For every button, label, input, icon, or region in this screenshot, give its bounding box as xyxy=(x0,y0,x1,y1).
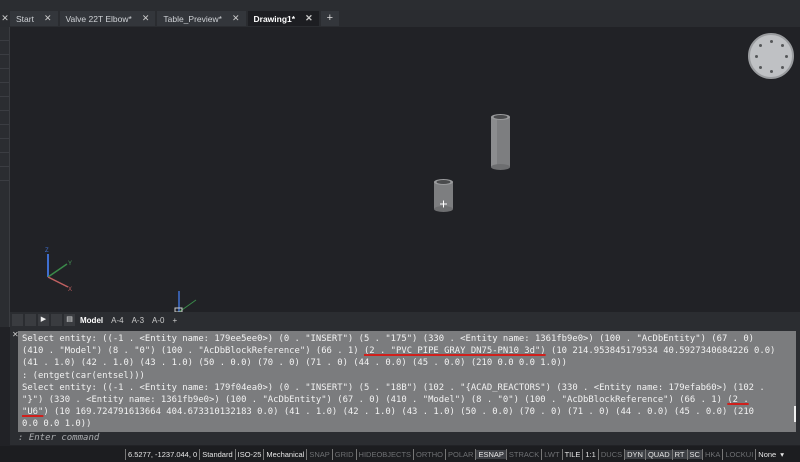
status-toggle-strack[interactable]: STRACK xyxy=(507,450,541,459)
document-tabs: ✕ Start ✕ Valve 22T Elbow* ✕ Table_Preview* ✕… xyxy=(0,10,800,27)
history-text: (10 214.953845179534 40.5927340684226 0.… xyxy=(545,346,776,357)
history-line: "U6") (10 169.724791613664 404.673310132… xyxy=(22,406,792,418)
axis-x-label: X xyxy=(68,287,72,293)
drawing-viewport[interactable]: Z Y X xyxy=(11,27,800,312)
status-toggle-mechanical[interactable]: Mechanical xyxy=(264,450,306,459)
status-toggle-rt[interactable]: RT xyxy=(672,449,687,459)
history-line: : (entget(car(entsel))) xyxy=(22,370,792,382)
history-text: Select entity: ((-1 . <Entity name: 179f… xyxy=(22,382,765,393)
status-toggle-sc[interactable]: SC xyxy=(687,449,702,459)
title-bar xyxy=(0,0,800,10)
tab-close-icon[interactable]: ✕ xyxy=(44,13,52,24)
close-panel-icon[interactable]: ✕ xyxy=(0,13,10,24)
model-space-canvas: Z Y X xyxy=(45,114,510,312)
history-line: 0.0 0.0 1.0)) xyxy=(22,418,792,430)
highlighted-text: (2 . "PVC PIPE GRAY DN75-PN10 3d") xyxy=(363,346,546,357)
tall-pipe-cylinder[interactable] xyxy=(491,114,510,170)
history-line: (410 . "Model") (8 . "0") (100 . "AcDbBl… xyxy=(22,345,792,357)
status-toggle-lockui[interactable]: LOCKUI xyxy=(723,450,755,459)
history-text: : (entget(car(entsel))) xyxy=(22,370,145,381)
new-tab-button[interactable]: + xyxy=(320,11,340,26)
tab-valve-22t-elbow-[interactable]: Valve 22T Elbow* ✕ xyxy=(59,11,156,26)
status-toggle-esnap[interactable]: ESNAP xyxy=(476,449,506,459)
next-layout-button[interactable]: ▶ xyxy=(38,314,49,326)
status-toggle-snap[interactable]: SNAP xyxy=(307,450,331,459)
status-toggle-iso25[interactable]: ISO-25 xyxy=(236,450,264,459)
layout-tab-model[interactable]: Model xyxy=(77,316,106,325)
status-toggle-hka[interactable]: HKA xyxy=(703,450,722,459)
tab-close-icon[interactable]: ✕ xyxy=(142,13,150,24)
last-layout-button[interactable] xyxy=(51,314,62,326)
history-text: ) (10 169.724791613664 404.673310132183 … xyxy=(43,407,755,418)
tab-close-icon[interactable]: ✕ xyxy=(305,13,313,24)
history-text: Select entity: ((-1 . <Entity name: 179e… xyxy=(22,334,755,344)
status-menu-chevron-down-icon[interactable]: ▾ xyxy=(778,450,786,459)
layout-tabs-bar: ▶ ▤ Model A-4 A-3 A-0 + xyxy=(10,312,800,328)
axis-z-label: Z xyxy=(45,248,49,254)
previous-layout-button[interactable] xyxy=(25,314,36,326)
status-toggle-11[interactable]: 1:1 xyxy=(583,450,597,459)
status-bar: 6.5277, -1237.044, 0 Standard ISO-25 Mecha… xyxy=(0,446,800,462)
status-toggle-dyn[interactable]: DYN xyxy=(625,449,645,459)
status-toggle-ortho[interactable]: ORTHO xyxy=(414,450,445,459)
status-toggle-grid[interactable]: GRID xyxy=(333,450,356,459)
status-toggle-tile[interactable]: TILE xyxy=(563,450,583,459)
highlighted-text: "U6" xyxy=(22,407,44,418)
ucs-axes-icon: Z Y X xyxy=(45,248,72,293)
tab-close-icon[interactable]: ✕ xyxy=(232,13,240,24)
tab-label: Valve 22T Elbow* xyxy=(65,13,132,24)
history-text: 0.0 0.0 1.0)) xyxy=(22,419,92,430)
history-line: Select entity: ((-1 . <Entity name: 179e… xyxy=(22,333,792,345)
history-line: (41 . 1.0) (42 . 1.0) (43 . 1.0) (50 . 0… xyxy=(22,357,792,369)
short-pipe-cylinder[interactable] xyxy=(434,179,453,212)
history-line: "}") (330 . <Entity name: 1361fb9e0>) (1… xyxy=(22,394,792,406)
status-toggle-quad[interactable]: QUAD xyxy=(645,449,672,459)
status-toggle-ducs[interactable]: DUCS xyxy=(599,450,624,459)
tab-start[interactable]: Start ✕ xyxy=(10,11,58,26)
highlighted-text: (2 . xyxy=(727,395,749,406)
command-history-scrollbar[interactable] xyxy=(794,406,796,422)
layout-menu-icon[interactable]: ▤ xyxy=(64,314,75,326)
tab-drawing1-[interactable]: Drawing1* ✕ xyxy=(247,11,319,26)
history-text: "}") (330 . <Entity name: 1361fb9e0>) (1… xyxy=(22,395,728,406)
left-palette-strip[interactable] xyxy=(0,27,10,327)
tab-label: Drawing1* xyxy=(253,13,296,24)
history-text: (410 . "Model") (8 . "0") (100 . "AcDbBl… xyxy=(22,346,364,357)
command-window: ✕ Select entity: ((-1 . <Entity name: 17… xyxy=(10,328,800,432)
history-text: (41 . 1.0) (42 . 1.0) (43 . 1.0) (50 . 0… xyxy=(22,358,568,369)
status-toggle-lwt[interactable]: LWT xyxy=(542,450,561,459)
command-history: Select entity: ((-1 . <Entity name: 179e… xyxy=(18,331,796,432)
status-toggle-polar[interactable]: POLAR xyxy=(446,450,475,459)
status-toggle-standard[interactable]: Standard xyxy=(200,450,234,459)
layout-tab-a-0[interactable]: A-0 xyxy=(149,316,167,325)
status-toggle-none[interactable]: None xyxy=(756,450,778,459)
first-layout-button[interactable] xyxy=(12,314,23,326)
command-input[interactable]: : Enter command xyxy=(10,432,800,445)
tab-table-preview-[interactable]: Table_Preview* ✕ xyxy=(157,11,246,26)
layout-tab-a-4[interactable]: A-4 xyxy=(108,316,126,325)
tab-label: Table_Preview* xyxy=(163,13,222,24)
add-layout-button[interactable]: + xyxy=(169,316,180,325)
tab-label: Start xyxy=(16,13,34,24)
history-line: Select entity: ((-1 . <Entity name: 179f… xyxy=(22,382,792,394)
axis-y-label: Y xyxy=(68,261,72,267)
layout-tab-a-3[interactable]: A-3 xyxy=(129,316,147,325)
status-toggle-hideobjects[interactable]: HIDEOBJECTS xyxy=(357,450,414,459)
world-ucs-origin-icon xyxy=(174,291,197,312)
cursor-coordinates: 6.5277, -1237.044, 0 xyxy=(127,449,198,459)
